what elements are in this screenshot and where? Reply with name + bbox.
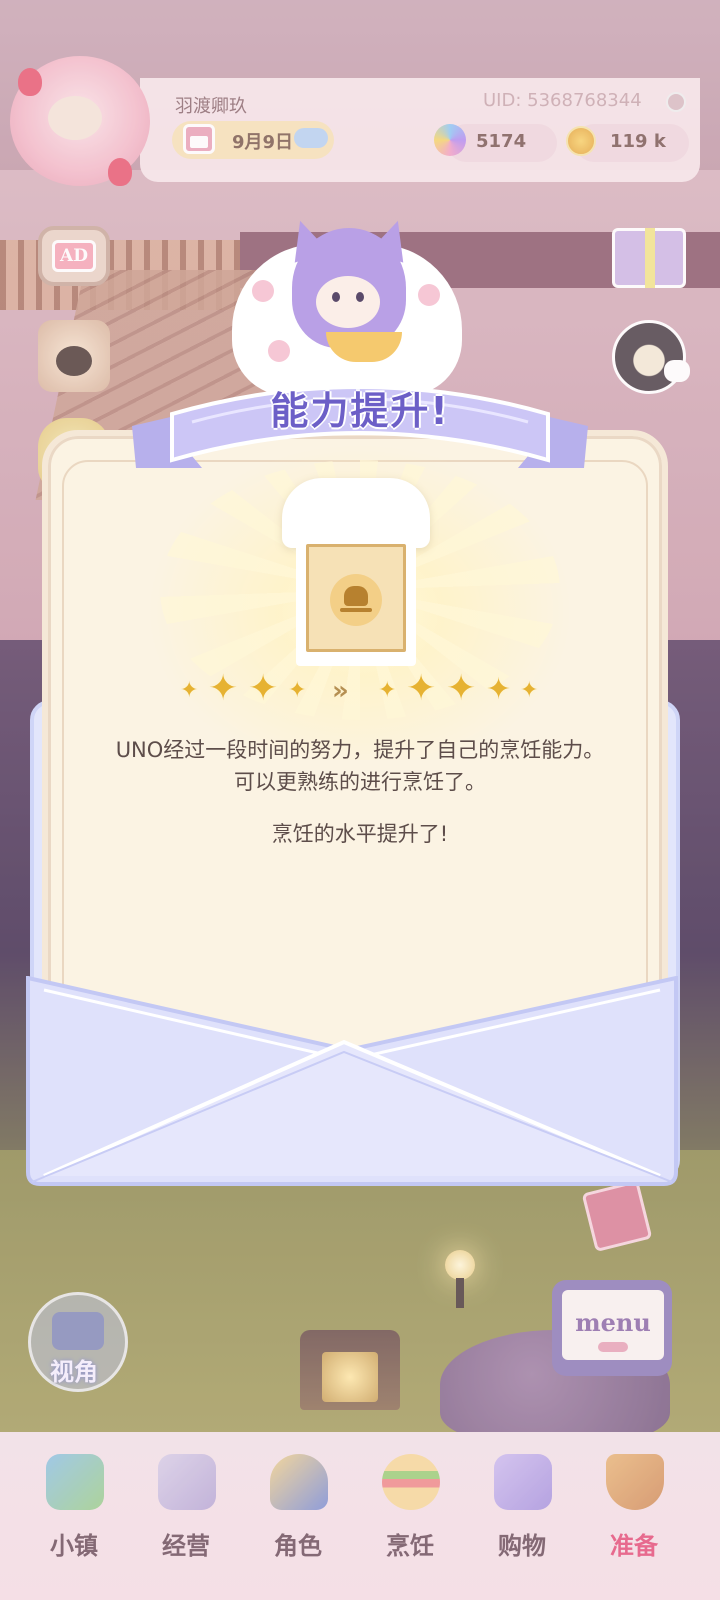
sparkle-star-icon: ✦ — [520, 678, 539, 703]
sparkle-star-icon: ✦ — [406, 668, 437, 709]
sparkle-star-icon: ✦ — [446, 668, 477, 709]
sparkle-star-icon: ✦ — [378, 678, 397, 703]
mascot-eye — [356, 292, 364, 302]
chef-emblem-icon — [330, 574, 382, 626]
sparkle-star-icon: ✦ — [180, 678, 199, 703]
flower-icon — [418, 284, 440, 306]
envelope-flap-shape — [26, 976, 678, 1186]
message-line: 可以更熟练的进行烹饪了。 — [234, 770, 486, 794]
message-line: UNO经过一段时间的努力，提升了自己的烹饪能力。 — [115, 738, 605, 762]
sparkle-star-icon: ✦ — [208, 668, 239, 709]
sparkle-star-icon: ✦ — [248, 668, 279, 709]
level-up-arrow-icon: » — [332, 676, 349, 706]
star-level-row: ✦ ✦ ✦ ✦ » ✦ ✦ ✦ ✦ ✦ — [180, 668, 544, 716]
message-line: 烹饪的水平提升了! — [271, 822, 449, 846]
envelope-front[interactable] — [24, 976, 680, 1188]
cooking-skill-card — [282, 478, 430, 674]
mascot-eye — [332, 292, 340, 302]
flower-icon — [268, 340, 290, 362]
popup-title: 能力提升! — [270, 389, 450, 433]
sparkle-star-icon: ✦ — [288, 678, 307, 703]
sparkle-star-icon: ✦ — [486, 672, 512, 707]
mascot-face — [316, 276, 380, 328]
flower-icon — [252, 280, 274, 302]
